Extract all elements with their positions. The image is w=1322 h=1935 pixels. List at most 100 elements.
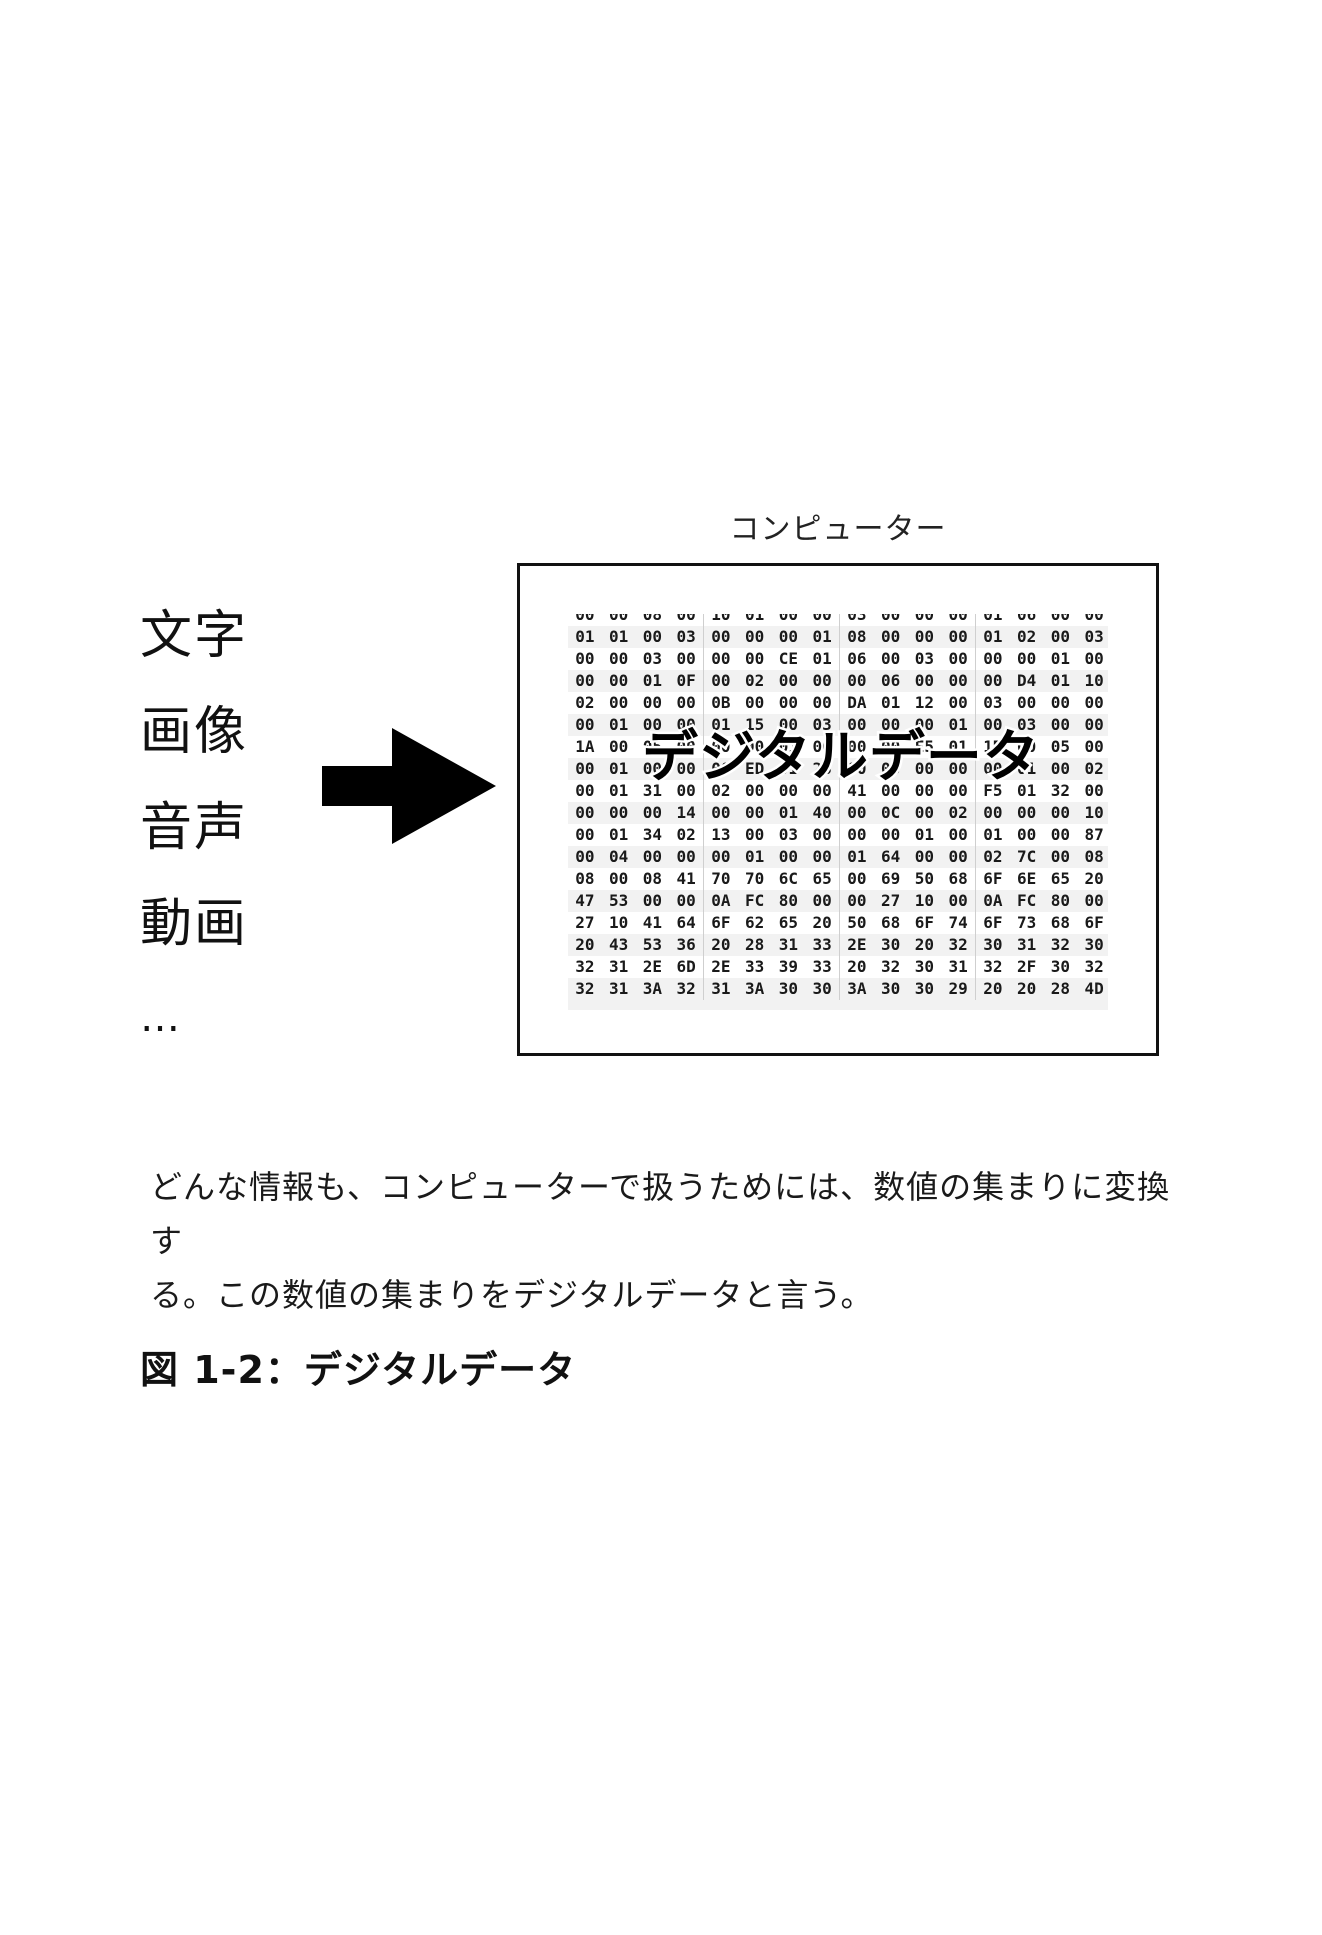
hex-byte: 00: [608, 671, 629, 690]
hex-byte: 01: [744, 614, 765, 624]
hex-byte: 01: [608, 627, 629, 646]
hex-byte: 00: [744, 825, 765, 844]
hex-byte: 20: [703, 934, 738, 956]
hex-byte: 00: [839, 802, 874, 824]
hex-byte: 03: [839, 614, 874, 626]
hex-byte: 33: [812, 935, 832, 954]
hex-byte: 01: [975, 614, 1010, 626]
hex-byte: 08: [839, 626, 874, 648]
hex-byte: 10: [914, 891, 934, 910]
hex-byte: 00: [1016, 649, 1037, 668]
hex-byte: 32: [880, 957, 901, 976]
hex-byte: 00: [812, 693, 832, 712]
hex-byte: 00: [812, 614, 832, 624]
hex-byte: 02: [575, 693, 595, 712]
hex-byte: 31: [1016, 935, 1037, 954]
hex-byte: 10: [1084, 803, 1104, 822]
hex-byte: 68: [1050, 913, 1070, 932]
hex-byte: FC: [1016, 891, 1037, 910]
hex-byte: 00: [1050, 803, 1070, 822]
hex-byte: 32: [975, 956, 1010, 978]
hex-byte: 00: [676, 614, 696, 624]
hex-byte: 00: [1084, 891, 1104, 910]
hex-byte: 01: [778, 803, 798, 822]
hex-byte: 03: [1084, 627, 1104, 646]
hex-byte: 32: [1050, 935, 1070, 954]
hex-byte: 00: [703, 802, 738, 824]
hex-byte: 00: [703, 670, 738, 692]
hex-byte: 6F: [703, 912, 738, 934]
hex-byte: 47: [575, 891, 595, 910]
hex-byte: 00: [608, 614, 629, 624]
hex-byte: 53: [642, 935, 662, 954]
hex-byte: 00: [1050, 627, 1070, 646]
hex-byte: 30: [880, 979, 901, 998]
hex-byte: 10: [1084, 671, 1104, 690]
hex-row: 20435336202831332E3020323031323032: [568, 934, 1108, 956]
hex-row: 0000001400000140000C00020000001000: [568, 802, 1108, 824]
digital-data-label: デジタルデータ: [640, 723, 1042, 792]
caption-line-1: どんな情報も、コンピューターで扱うためには、数値の集まりに変換す: [150, 1168, 1171, 1260]
hex-byte: 62: [744, 913, 765, 932]
hex-byte: 33: [744, 957, 765, 976]
hex-byte: 6F: [975, 912, 1010, 934]
hex-byte: 01: [812, 627, 832, 646]
hex-byte: 32: [676, 979, 696, 998]
hex-byte: 20: [914, 935, 934, 954]
hex-byte: 6F: [1084, 913, 1104, 932]
hex-byte: 32: [575, 957, 595, 976]
hex-byte: 00: [703, 626, 738, 648]
hex-byte: 01: [744, 847, 765, 866]
hex-row: 0800084170706C65006950686F6E652033: [568, 868, 1108, 890]
hex-byte: 00: [948, 614, 968, 624]
hex-byte: 70: [744, 869, 765, 888]
hex-byte: 36: [676, 935, 696, 954]
hex-byte: 0C: [880, 803, 901, 822]
hex-byte: 80: [778, 891, 798, 910]
hex-row: 000400000001000001640000027C000800: [568, 846, 1108, 868]
hex-byte: 40: [812, 803, 832, 822]
hex-byte: 04: [608, 847, 629, 866]
hex-byte: 65: [778, 913, 798, 932]
hex-byte: 03: [778, 825, 798, 844]
hex-byte: 01: [1050, 671, 1070, 690]
hex-byte: 69: [880, 869, 901, 888]
hex-byte: 00: [812, 825, 832, 844]
hex-byte: 00: [778, 671, 798, 690]
hex-byte: 70: [703, 868, 738, 890]
hex-byte: 00: [914, 847, 934, 866]
hex-byte: 50: [839, 912, 874, 934]
hex-byte: 50: [914, 869, 934, 888]
hex-byte: 03: [975, 692, 1010, 714]
hex-byte: 00: [1050, 693, 1070, 712]
hex-byte: 00: [744, 803, 765, 822]
hex-byte: 0A: [703, 890, 738, 912]
hex-byte: 01: [1050, 649, 1070, 668]
hex-byte: 00: [880, 649, 901, 668]
hex-byte: 2E: [642, 957, 662, 976]
hex-byte: 03: [676, 627, 696, 646]
hex-byte: 65: [812, 869, 832, 888]
hex-byte: 00: [880, 825, 901, 844]
hex-byte: 14: [676, 803, 696, 822]
hex-byte: 00: [880, 627, 901, 646]
hex-byte: 3A: [839, 978, 874, 1000]
hex-byte: 13: [703, 824, 738, 846]
hex-byte: 31: [608, 979, 629, 998]
hex-byte: 00: [744, 627, 765, 646]
hex-byte: 20: [1084, 869, 1104, 888]
hex-byte: 08: [642, 869, 662, 888]
hex-byte: 74: [948, 913, 968, 932]
hex-byte: 2E: [839, 934, 874, 956]
hex-byte: 00: [948, 693, 968, 712]
hex-byte: 00: [744, 693, 765, 712]
hex-byte: 00: [812, 847, 832, 866]
input-type-video: 動画: [140, 894, 249, 954]
hex-byte: 01: [880, 693, 901, 712]
hex-byte: 7C: [1016, 847, 1037, 866]
figure-title: 図 1-2：デジタルデータ: [140, 1348, 577, 1392]
hex-byte: 32: [575, 979, 595, 998]
hex-row: 0001340213000300000001000100008769: [568, 824, 1108, 846]
hex-byte: 6F: [975, 868, 1010, 890]
hex-byte: 00: [676, 649, 696, 668]
